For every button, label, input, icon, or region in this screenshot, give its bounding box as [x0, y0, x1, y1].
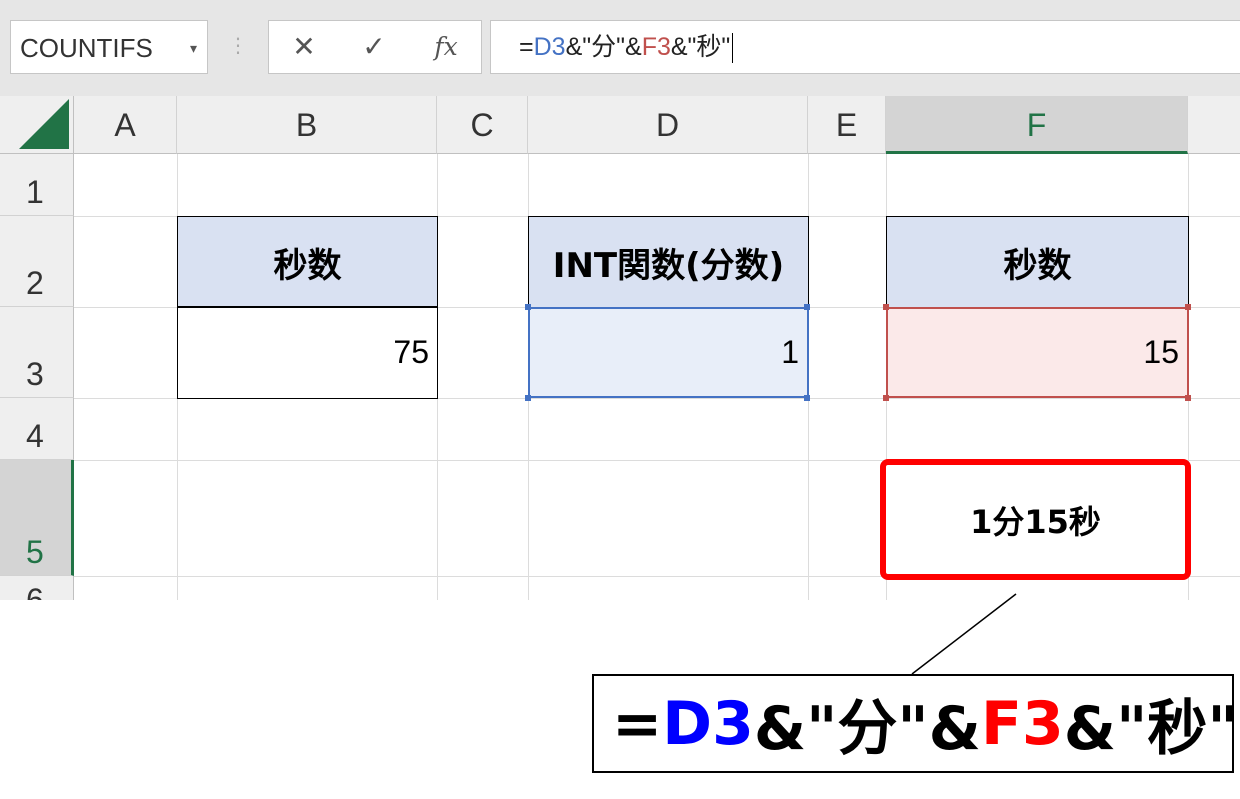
- callout-prefix: =: [612, 688, 663, 759]
- formula-callout: = D3 &"分"& F3 &"秒": [592, 674, 1239, 773]
- callout-ref-f3: F3: [981, 688, 1064, 759]
- callout-mid: &"分"&: [753, 694, 982, 764]
- callout-ref-d3: D3: [662, 688, 754, 759]
- callout-suffix: &"秒": [1063, 694, 1239, 764]
